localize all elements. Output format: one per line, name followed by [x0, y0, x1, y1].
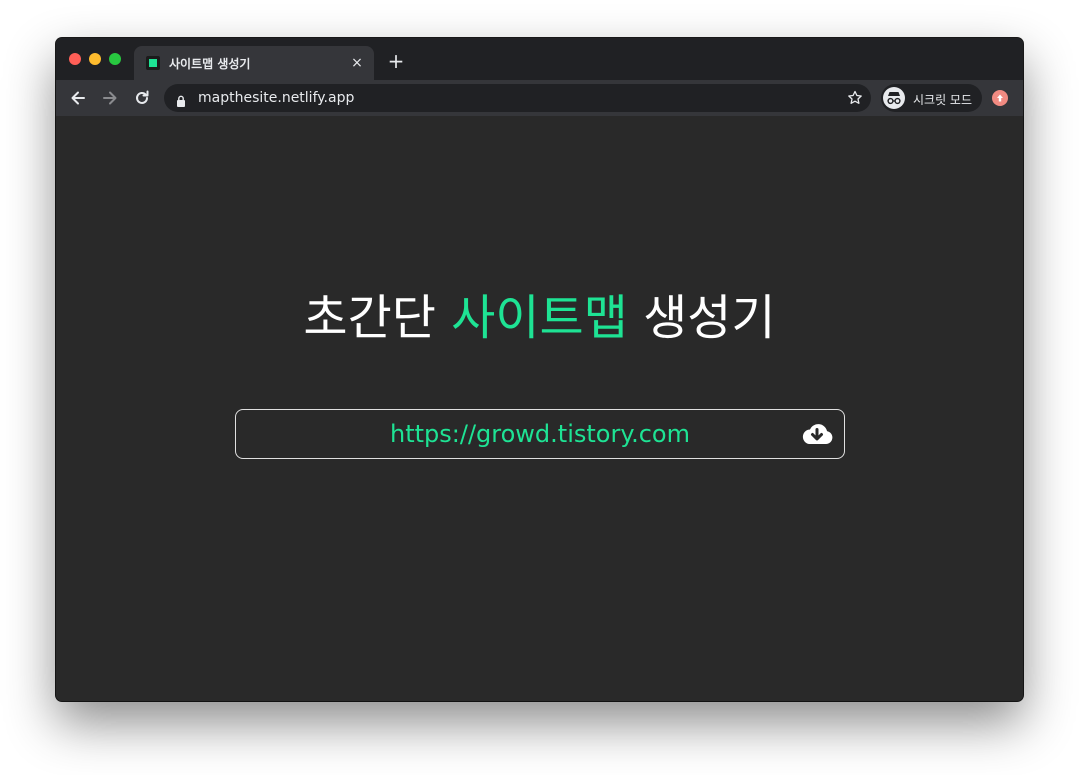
- maximize-window-button[interactable]: [109, 53, 121, 65]
- star-icon[interactable]: [847, 90, 863, 110]
- page-content: 초간단 사이트맵 생성기: [56, 116, 1023, 701]
- title-accent: 사이트맵: [451, 290, 628, 346]
- title-suffix: 생성기: [627, 290, 776, 346]
- minimize-window-button[interactable]: [89, 53, 101, 65]
- cloud-download-icon[interactable]: [800, 420, 834, 448]
- tab-title: 사이트맵 생성기: [169, 57, 251, 71]
- incognito-icon: [883, 87, 905, 109]
- page-title: 초간단 사이트맵 생성기: [56, 288, 1023, 348]
- back-arrow-icon[interactable]: [68, 88, 88, 108]
- extension-icon[interactable]: [992, 90, 1008, 106]
- favicon-icon: [146, 56, 160, 70]
- plus-icon[interactable]: +: [386, 50, 406, 72]
- title-prefix: 초간단: [303, 290, 452, 346]
- reload-icon[interactable]: [132, 88, 152, 108]
- lock-icon[interactable]: [176, 92, 186, 111]
- url-input-box: [235, 409, 845, 459]
- close-window-button[interactable]: [69, 53, 81, 65]
- close-icon[interactable]: ×: [348, 54, 366, 72]
- address-bar[interactable]: mapthesite.netlify.app: [164, 84, 871, 112]
- incognito-profile-button[interactable]: 시크릿 모드: [881, 84, 982, 112]
- tab-sitemap-generator[interactable]: 사이트맵 생성기 ×: [134, 46, 374, 80]
- incognito-label: 시크릿 모드: [913, 93, 973, 107]
- tab-bar: 사이트맵 생성기 × +: [56, 38, 1023, 80]
- address-text: mapthesite.netlify.app: [198, 90, 355, 106]
- browser-toolbar: mapthesite.netlify.app 시크릿 모드: [56, 80, 1023, 116]
- forward-arrow-icon[interactable]: [100, 88, 120, 108]
- url-input[interactable]: [236, 410, 844, 458]
- browser-window: 사이트맵 생성기 × + mapthesite.netlify.app 시크릿 …: [56, 38, 1023, 701]
